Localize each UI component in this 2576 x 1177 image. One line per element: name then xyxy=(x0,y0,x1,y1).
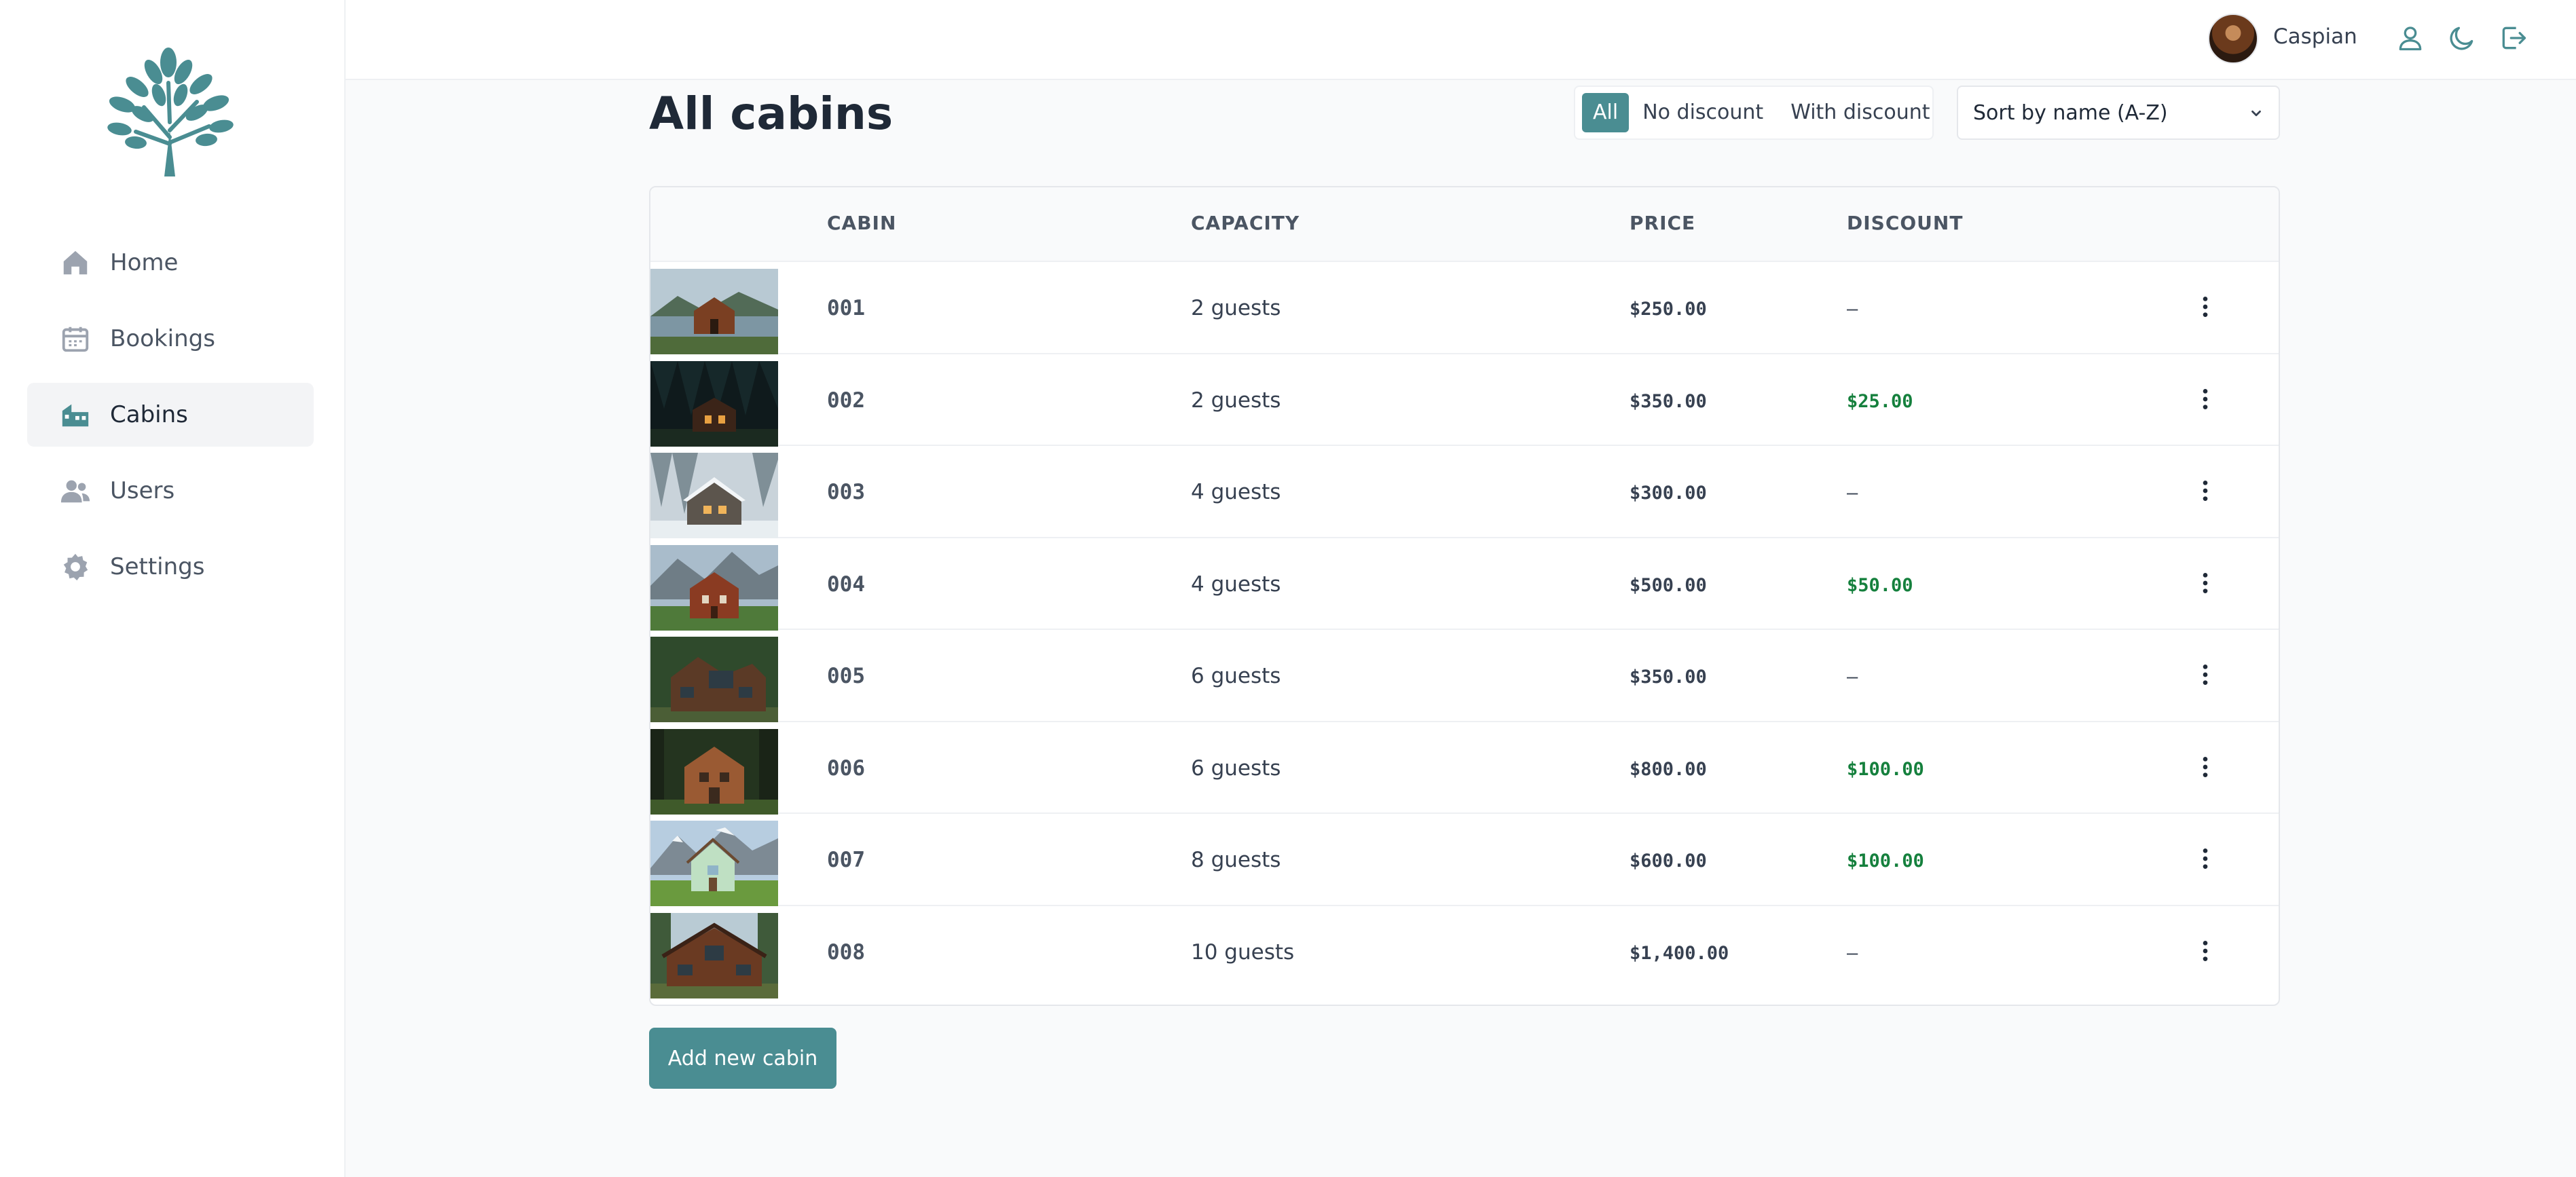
more-vertical-icon[interactable] xyxy=(2192,661,2219,688)
sidebar-item-label: Cabins xyxy=(110,401,188,428)
cabin-capacity: 4 guests xyxy=(1191,572,1281,597)
page-title: All cabins xyxy=(649,88,894,140)
filter-no-discount-button[interactable]: No discount xyxy=(1629,93,1777,132)
cabin-capacity: 6 guests xyxy=(1191,755,1281,781)
sidebar-item-cabins[interactable]: Cabins xyxy=(27,383,314,447)
column-header-price: PRICE xyxy=(1630,212,1696,234)
table-row: 007 8 guests $600.00 $100.00 xyxy=(650,814,2279,906)
cabins-table: CABIN CAPACITY PRICE DISCOUNT 001 2 gues… xyxy=(649,186,2280,1006)
sort-select[interactable]: Sort by name (A-Z) xyxy=(1957,86,2280,140)
sort-select-value: Sort by name (A-Z) xyxy=(1973,100,2168,125)
cabin-discount: $100.00 xyxy=(1847,851,1924,872)
moon-icon[interactable] xyxy=(2447,23,2477,53)
sidebar-item-label: Home xyxy=(110,249,179,276)
table-row: 004 4 guests $500.00 $50.00 xyxy=(650,538,2279,631)
user-icon[interactable] xyxy=(2395,23,2425,53)
cabin-image xyxy=(650,821,778,906)
filter-with-discount-button[interactable]: With discount xyxy=(1777,93,1943,132)
cabin-capacity: 6 guests xyxy=(1191,664,1281,688)
cabin-discount: — xyxy=(1847,299,1858,320)
cabin-image xyxy=(650,637,778,722)
cabin-price: $350.00 xyxy=(1630,667,1707,688)
cabin-name: 003 xyxy=(827,480,865,504)
calendar-icon xyxy=(62,326,89,352)
cabin-price: $250.00 xyxy=(1630,299,1707,320)
sidebar-nav: Home Bookings Cabins Users Settings xyxy=(27,231,314,611)
cabin-price: $300.00 xyxy=(1630,483,1707,504)
cabin-discount: $50.00 xyxy=(1847,574,1913,596)
more-vertical-icon[interactable] xyxy=(2192,386,2219,413)
cabin-name: 004 xyxy=(827,572,865,597)
tree-logo-icon xyxy=(107,48,234,176)
cabin-discount: — xyxy=(1847,942,1858,964)
cabin-price: $500.00 xyxy=(1630,574,1707,596)
cabin-capacity: 8 guests xyxy=(1191,848,1281,872)
cabins-icon xyxy=(62,404,89,427)
more-vertical-icon[interactable] xyxy=(2192,569,2219,597)
more-vertical-icon[interactable] xyxy=(2192,753,2219,781)
more-vertical-icon[interactable] xyxy=(2192,937,2219,965)
table-row: 003 4 guests $300.00 — xyxy=(650,446,2279,538)
sidebar-item-label: Settings xyxy=(110,553,205,580)
table-row: 005 6 guests $350.00 — xyxy=(650,630,2279,722)
cabin-image xyxy=(650,728,778,815)
cabin-name: 005 xyxy=(827,664,865,688)
cabin-price: $600.00 xyxy=(1630,851,1707,872)
cabin-price: $800.00 xyxy=(1630,758,1707,780)
sidebar-item-label: Bookings xyxy=(110,325,215,352)
more-vertical-icon[interactable] xyxy=(2192,845,2219,872)
cabin-name: 002 xyxy=(827,388,865,413)
cabin-discount: — xyxy=(1847,483,1858,504)
sidebar-item-label: Users xyxy=(110,477,175,504)
cabin-name: 008 xyxy=(827,939,865,965)
cabin-image xyxy=(650,912,778,998)
users-icon xyxy=(60,480,90,503)
cabin-discount: $25.00 xyxy=(1847,390,1913,412)
cabin-name: 006 xyxy=(827,755,865,781)
cabin-capacity: 2 guests xyxy=(1191,388,1281,413)
sidebar-item-settings[interactable]: Settings xyxy=(27,535,314,599)
home-icon xyxy=(63,250,88,275)
column-header-discount: DISCOUNT xyxy=(1847,212,1964,234)
cabin-discount: — xyxy=(1847,667,1858,688)
table-row: 001 2 guests $250.00 — xyxy=(650,262,2279,354)
cabin-capacity: 4 guests xyxy=(1191,480,1281,504)
more-vertical-icon[interactable] xyxy=(2192,477,2219,504)
user-name: Caspian xyxy=(2273,24,2357,49)
table-header: CABIN CAPACITY PRICE DISCOUNT xyxy=(650,187,2279,262)
cabin-price: $350.00 xyxy=(1630,390,1707,412)
cabin-capacity: 2 guests xyxy=(1191,296,1281,320)
avatar xyxy=(2208,14,2258,64)
cabin-name: 001 xyxy=(827,296,865,320)
cabin-price: $1,400.00 xyxy=(1630,942,1729,964)
sidebar: Home Bookings Cabins Users Settings xyxy=(0,0,346,1177)
chevron-down-icon xyxy=(2251,110,2261,117)
sidebar-item-home[interactable]: Home xyxy=(27,231,314,295)
discount-filter: All No discount With discount xyxy=(1574,86,1934,140)
table-row: 002 2 guests $350.00 $25.00 xyxy=(650,354,2279,447)
cabin-name: 007 xyxy=(827,848,865,872)
column-header-cabin: CABIN xyxy=(827,212,897,234)
table-row: 006 6 guests $800.00 $100.00 xyxy=(650,722,2279,815)
filter-all-button[interactable]: All xyxy=(1582,93,1630,132)
cabin-discount: $100.00 xyxy=(1847,758,1924,780)
more-vertical-icon[interactable] xyxy=(2192,293,2219,320)
cabin-image xyxy=(650,269,778,354)
cabin-image xyxy=(650,360,778,447)
column-header-capacity: CAPACITY xyxy=(1191,212,1300,234)
sidebar-item-users[interactable]: Users xyxy=(27,459,314,523)
cabin-capacity: 10 guests xyxy=(1191,939,1295,965)
cabin-image xyxy=(650,544,778,631)
cabin-image xyxy=(650,453,778,538)
gear-icon xyxy=(63,553,88,581)
table-row: 008 10 guests $1,400.00 — xyxy=(650,906,2279,998)
add-new-cabin-button[interactable]: Add new cabin xyxy=(649,1028,836,1089)
logout-icon[interactable] xyxy=(2499,23,2528,53)
sidebar-item-bookings[interactable]: Bookings xyxy=(27,307,314,371)
